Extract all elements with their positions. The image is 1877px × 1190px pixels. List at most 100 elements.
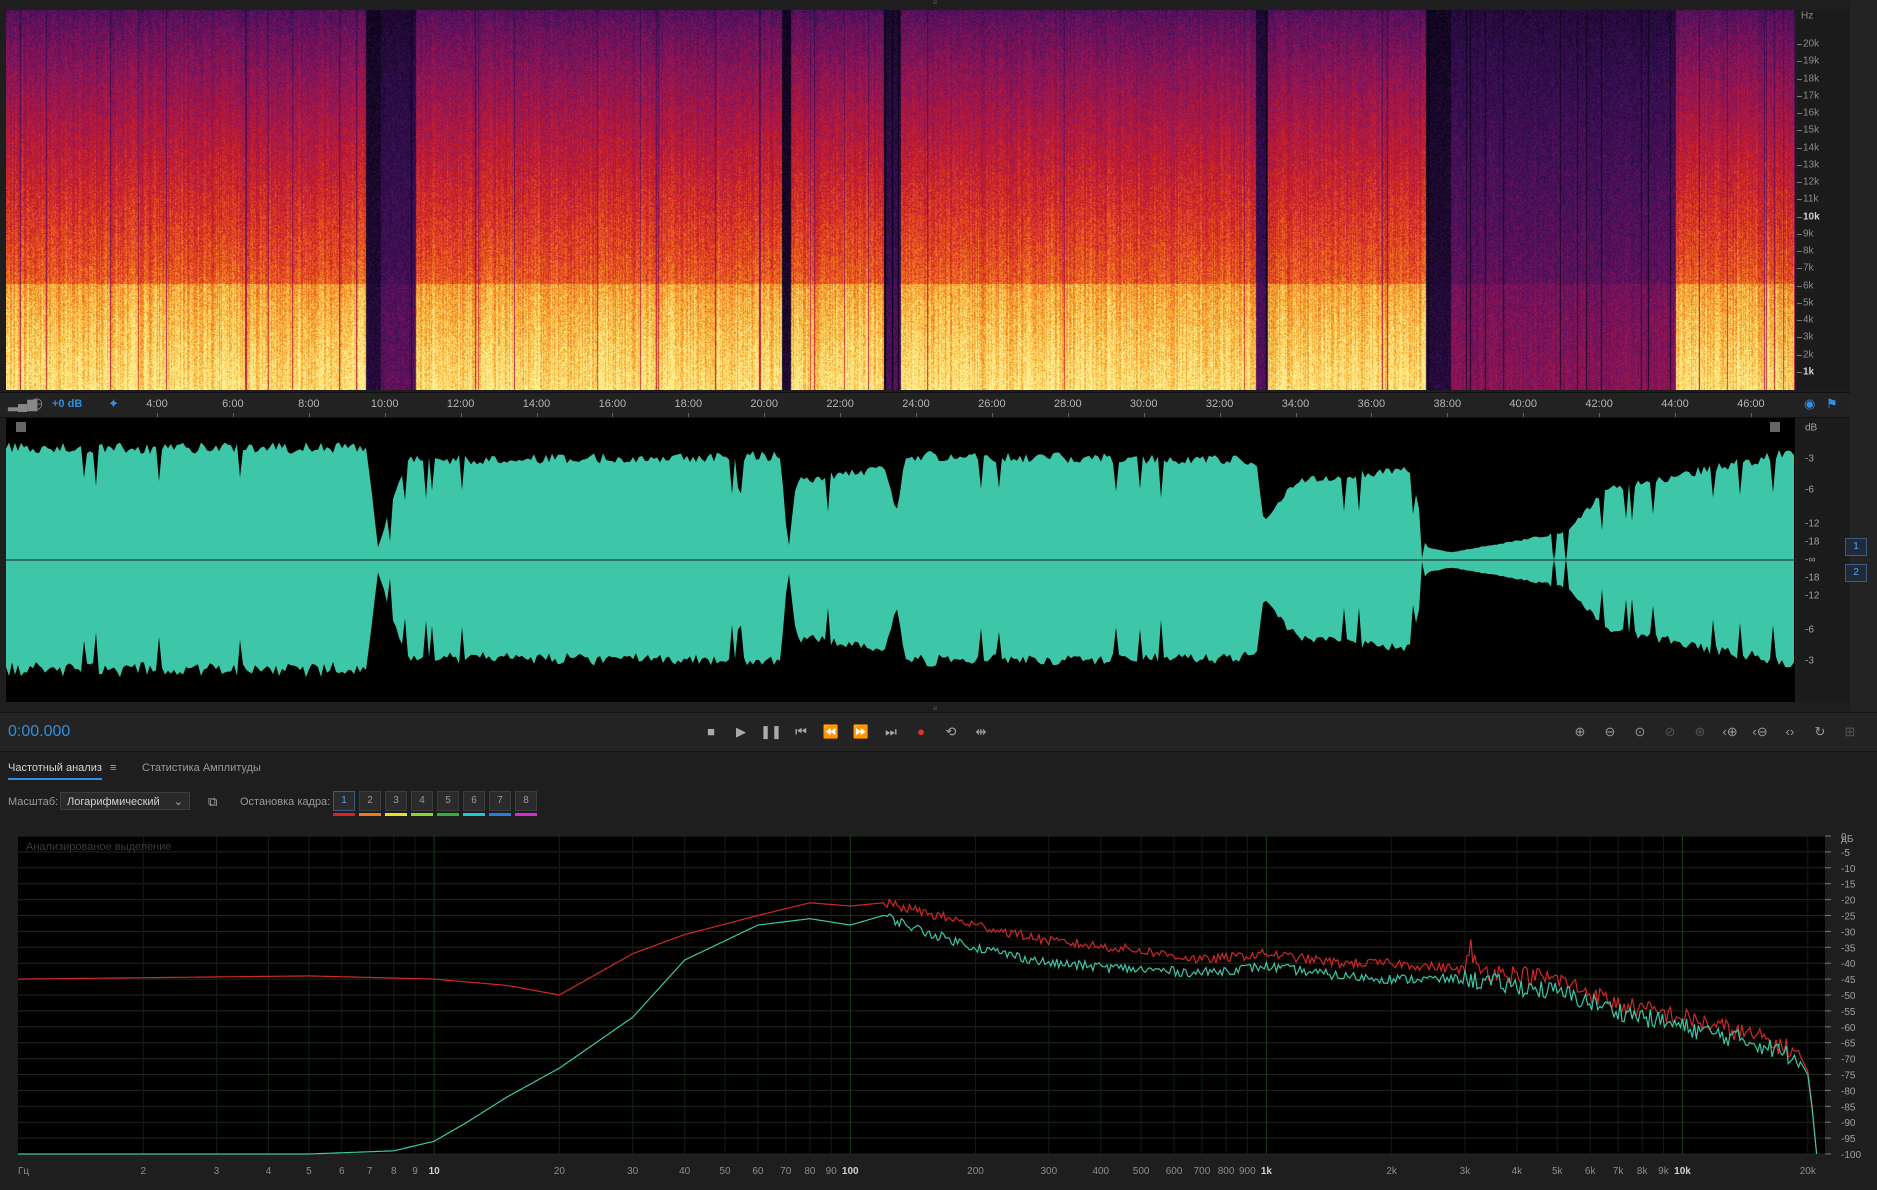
fade-in-handle[interactable] <box>16 422 26 432</box>
freeze-frame-color-swatch <box>515 813 537 816</box>
hz-unit-label: Hz <box>1801 10 1814 22</box>
tab-amplitude-statistics[interactable]: Статистика Амплитуды <box>142 762 261 774</box>
zoom-reset-icon[interactable]: ⊙ <box>1628 722 1652 742</box>
volume-readout[interactable]: +0 dB <box>52 398 82 410</box>
time-tick <box>232 413 234 417</box>
x-tick-label: 70 <box>780 1166 792 1177</box>
time-label: 38:00 <box>1433 398 1462 410</box>
volume-knob-icon[interactable]: ◷ <box>30 394 43 412</box>
zoom-selection-icon[interactable]: ⊘ <box>1658 722 1682 742</box>
freq-label: 17k <box>1803 90 1820 102</box>
freq-label: 5k <box>1803 297 1814 309</box>
time-tick <box>1675 413 1676 417</box>
zoom-full-icon[interactable]: ‹› <box>1778 722 1802 742</box>
freq-label: 8k <box>1803 245 1814 257</box>
x-tick-label: 4 <box>266 1166 272 1177</box>
zoom-in-left-icon[interactable]: ‹⊕ <box>1718 722 1742 742</box>
skip-selection-button[interactable]: ⇹ <box>970 722 992 742</box>
x-tick-label: 700 <box>1194 1166 1211 1177</box>
x-tick-label: 10 <box>429 1166 441 1177</box>
go-to-start-button[interactable]: ⏮ <box>790 722 812 742</box>
freq-label: 11k <box>1803 193 1819 205</box>
zoom-out-left-icon[interactable]: ‹⊖ <box>1748 722 1772 742</box>
panel-tabs: Частотный анализ ≡ Статистика Амплитуды <box>0 752 1877 782</box>
freeze-frame-3-button[interactable]: 3 <box>385 791 407 811</box>
pause-button[interactable]: ❚❚ <box>760 722 782 742</box>
go-to-end-button[interactable]: ⏭ <box>880 722 902 742</box>
freq-label: 4k <box>1803 314 1814 326</box>
record-button[interactable]: ● <box>910 722 932 742</box>
resize-handle-bottom[interactable]: ≡ <box>920 704 950 713</box>
time-label: 26:00 <box>978 398 1006 410</box>
rewind-button[interactable]: ⏪ <box>820 722 842 742</box>
headphones-icon[interactable]: ◉ <box>1804 396 1815 412</box>
waveform-display[interactable] <box>6 418 1795 702</box>
fade-out-handle[interactable] <box>1770 422 1780 432</box>
db-label: -12 <box>1805 590 1820 602</box>
frequency-chart-svg[interactable]: 0-5-10-15-20-25-30-35-40-45-50-55-60-65-… <box>12 832 1876 1190</box>
zoom-tracks-icon[interactable]: ⊛ <box>1688 722 1712 742</box>
resize-handle-top[interactable]: ≡ <box>920 0 950 7</box>
zoom-history-icon[interactable]: ↻ <box>1808 722 1832 742</box>
channel-2-button[interactable]: 2 <box>1845 564 1867 582</box>
freq-tick <box>1797 372 1802 373</box>
time-tick <box>991 413 993 417</box>
loop-button[interactable]: ⟲ <box>940 722 962 742</box>
time-label: 6:00 <box>222 398 244 410</box>
time-ruler[interactable]: ▂▄▆ ◷ +0 dB ✦ ◉ ⚑ 4:00 6:00 8:00 10:00 12:00… <box>0 392 1850 418</box>
time-tick <box>1219 413 1221 417</box>
y-tick-label: -15 <box>1841 880 1856 891</box>
x-tick-label: 900 <box>1239 1166 1256 1177</box>
y-tick-label: -10 <box>1841 864 1856 875</box>
zoom-out-amplitude-icon[interactable]: ⊖ <box>1598 722 1622 742</box>
freeze-frame-5-button[interactable]: 5 <box>437 791 459 811</box>
marker-pin-icon[interactable]: ⚑ <box>1826 396 1838 412</box>
time-tick <box>1067 413 1069 417</box>
spectral-display[interactable] <box>6 10 1795 390</box>
channel-1-button[interactable]: 1 <box>1845 538 1867 556</box>
freeze-frame-2-button[interactable]: 2 <box>359 791 381 811</box>
play-button[interactable]: ▶ <box>730 722 752 742</box>
waveform-svg[interactable] <box>6 418 1795 702</box>
freeze-frame-6-button[interactable]: 6 <box>463 791 485 811</box>
freeze-frame-1-button[interactable]: 1 <box>333 791 355 811</box>
freeze-frame-8-button[interactable]: 8 <box>515 791 537 811</box>
y-tick-label: -100 <box>1841 1150 1861 1161</box>
x-tick-label: 50 <box>719 1166 731 1177</box>
freq-label: 15k <box>1803 124 1820 136</box>
x-tick-label: 80 <box>804 1166 816 1177</box>
freq-label: 9k <box>1803 228 1814 240</box>
time-label: 36:00 <box>1357 398 1386 410</box>
x-tick-label: 800 <box>1218 1166 1235 1177</box>
db-label: -3 <box>1805 453 1814 465</box>
pin-icon[interactable]: ✦ <box>108 396 119 412</box>
x-tick-label: 600 <box>1166 1166 1183 1177</box>
spectrogram-canvas[interactable] <box>6 10 1795 390</box>
x-tick-label: 300 <box>1040 1166 1057 1177</box>
x-tick-label: 90 <box>826 1166 838 1177</box>
time-tick <box>840 413 842 417</box>
stop-button[interactable]: ■ <box>700 722 722 742</box>
freq-tick <box>1797 354 1802 356</box>
time-tick <box>536 413 538 417</box>
tab-frequency-analysis[interactable]: Частотный анализ <box>8 762 102 780</box>
fast-forward-button[interactable]: ⏩ <box>850 722 872 742</box>
timecode-display[interactable]: 0:00.000 <box>8 723 70 741</box>
zoom-time-icon[interactable]: ⊞ <box>1838 722 1862 742</box>
x-axis-label: Гц <box>18 1166 29 1177</box>
y-tick-label: -60 <box>1841 1023 1856 1034</box>
freeze-frame-color-swatch <box>437 813 459 816</box>
freq-tick <box>1797 233 1802 235</box>
freeze-frame-7-button[interactable]: 7 <box>489 791 511 811</box>
freeze-frame-4-button[interactable]: 4 <box>411 791 433 811</box>
freq-label: 7k <box>1803 262 1814 274</box>
tab-menu-icon[interactable]: ≡ <box>110 762 116 774</box>
x-tick-label: 2 <box>140 1166 146 1177</box>
y-tick-label: -70 <box>1841 1055 1856 1066</box>
freq-tick <box>1797 182 1802 184</box>
transport-bar: 0:00.000 ■ ▶ ❚❚ ⏮ ⏪ ⏩ ⏭ ● ⟲ ⇹ ⊕ ⊖ ⊙ ⊘ ⊛ … <box>0 712 1877 752</box>
x-tick-label: 20 <box>554 1166 566 1177</box>
db-label: -12 <box>1805 518 1820 530</box>
frequency-analysis-chart[interactable]: 0 -5 -10 -15 -20 -25 -30 -35 -40 -45 -50 -55 -60 -65-… <box>12 832 1876 1190</box>
zoom-in-amplitude-icon[interactable]: ⊕ <box>1568 722 1592 742</box>
